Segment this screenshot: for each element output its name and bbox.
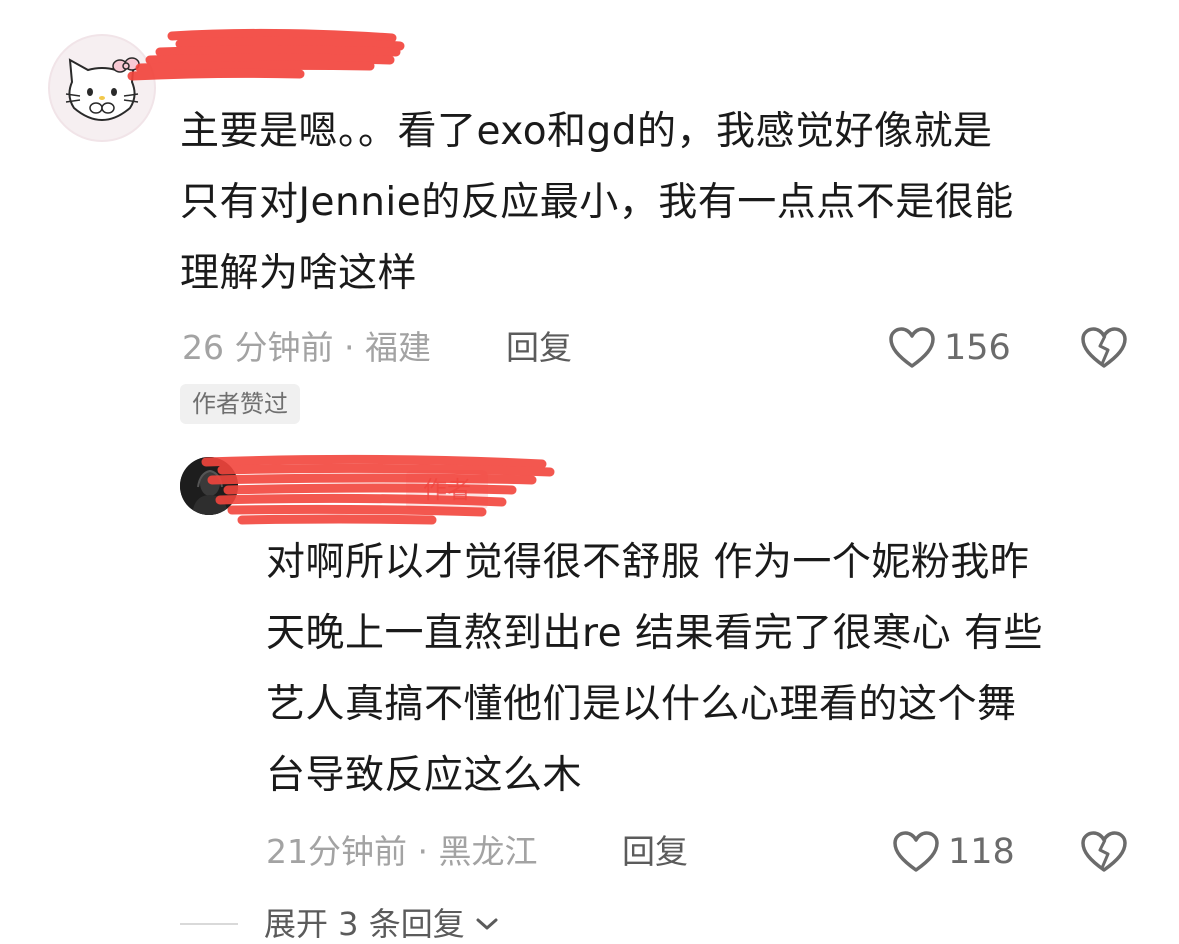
reply-username-redaction: [201, 454, 555, 525]
reply-dislike-button[interactable]: [1080, 830, 1128, 878]
reply-like-count: 118: [948, 832, 1015, 872]
broken-heart-icon: [1081, 831, 1127, 872]
comment-reply-button[interactable]: 回复: [506, 328, 572, 368]
reply-text: 对啊所以才觉得很不舒服 作为一个妮粉我昨 天晚上一直熬到出re 结果看完了很寒心…: [266, 540, 1043, 798]
heart-outline-icon: [893, 831, 939, 872]
heart-outline-icon: [889, 327, 935, 368]
comment-like-count: 156: [944, 328, 1011, 368]
author-tag: 作者: [406, 470, 488, 510]
reply-like-button[interactable]: 118: [892, 830, 1015, 874]
reply-reply-button[interactable]: 回复: [622, 832, 688, 872]
chevron-down-icon: [476, 918, 498, 930]
expand-replies-row[interactable]: 展开 3 条回复: [180, 904, 501, 944]
reply-meta: 21分钟前 · 黑龙江: [266, 832, 538, 871]
comment-like-button[interactable]: 156: [888, 326, 1011, 370]
comment-dislike-button[interactable]: [1080, 326, 1128, 374]
commenter-avatar[interactable]: [48, 34, 156, 142]
broken-heart-icon: [1081, 327, 1127, 368]
dark-avatar-icon: [180, 457, 238, 515]
hello-kitty-avatar-icon: [65, 57, 140, 122]
author-liked-badge: 作者赞过: [180, 384, 300, 424]
username-redaction: [127, 28, 405, 81]
comment-meta: 26 分钟前 · 福建: [182, 328, 431, 367]
comment-text: 主要是嗯。。看了exo和gd的，我感觉好像就是 只有对Jennie的反应最小，我…: [180, 109, 1014, 296]
expand-divider: [180, 923, 238, 925]
reply-author-avatar[interactable]: [180, 457, 238, 515]
expand-replies-button[interactable]: 展开 3 条回复: [264, 904, 465, 944]
